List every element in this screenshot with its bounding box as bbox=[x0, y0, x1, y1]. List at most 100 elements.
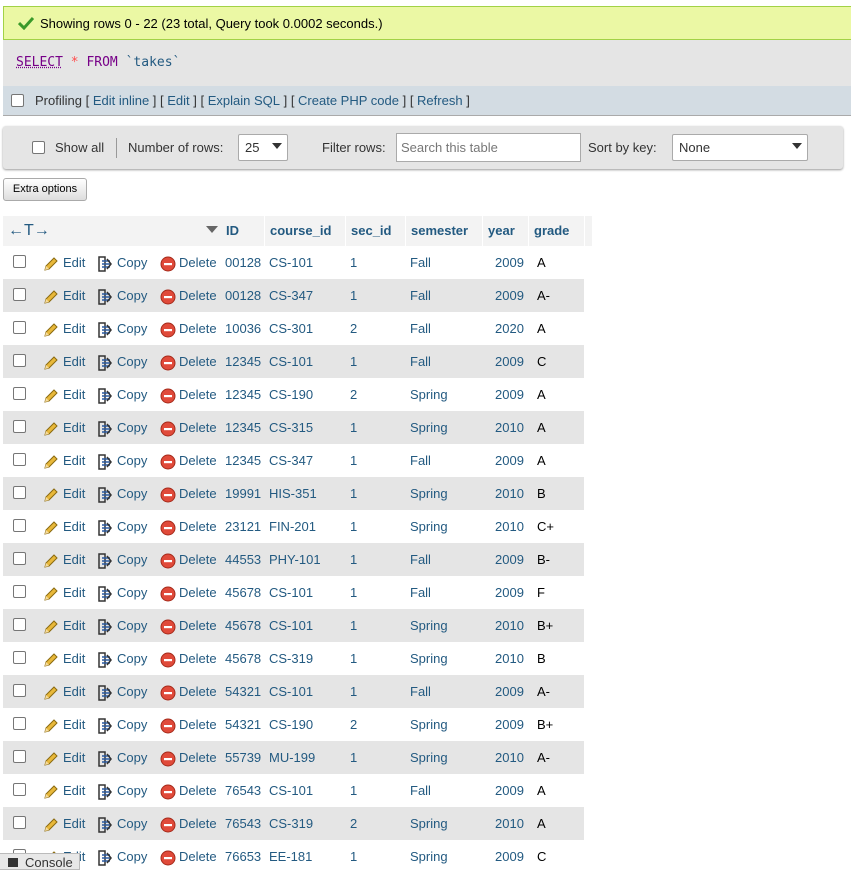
edit-row-link[interactable]: Edit bbox=[63, 552, 85, 567]
copy-row-link[interactable]: Copy bbox=[117, 618, 147, 633]
copy-row-link[interactable]: Copy bbox=[117, 519, 147, 534]
edit-row-link[interactable]: Edit bbox=[63, 486, 85, 501]
edit-row-link[interactable]: Edit bbox=[63, 387, 85, 402]
edit-row-link[interactable]: Edit bbox=[63, 684, 85, 699]
column-header-sec-id[interactable]: sec_id bbox=[346, 216, 406, 246]
delete-row-link[interactable]: Delete bbox=[179, 354, 217, 369]
copy-row-link[interactable]: Copy bbox=[117, 717, 147, 732]
create-php-code-link[interactable]: Create PHP code bbox=[298, 93, 399, 108]
edit-row-link[interactable]: Edit bbox=[63, 816, 85, 831]
column-header-course-id[interactable]: course_id bbox=[265, 216, 346, 246]
edit-row-link[interactable]: Edit bbox=[63, 618, 85, 633]
row-checkbox[interactable] bbox=[13, 783, 26, 796]
filter-rows-input[interactable]: Search this table bbox=[396, 133, 581, 162]
delete-row-link[interactable]: Delete bbox=[179, 321, 217, 336]
column-header-id[interactable]: ID bbox=[221, 216, 265, 246]
copy-row-link[interactable]: Copy bbox=[117, 783, 147, 798]
delete-row-link[interactable]: Delete bbox=[179, 519, 217, 534]
row-checkbox[interactable] bbox=[13, 750, 26, 763]
delete-icon bbox=[160, 751, 176, 767]
copy-row-link[interactable]: Copy bbox=[117, 420, 147, 435]
edit-inline-link[interactable]: Edit inline bbox=[93, 93, 149, 108]
edit-row-link[interactable]: Edit bbox=[63, 255, 85, 270]
sort-by-key-select[interactable]: None bbox=[672, 134, 808, 161]
edit-row-link[interactable]: Edit bbox=[63, 321, 85, 336]
column-header-year[interactable]: year bbox=[483, 216, 529, 246]
delete-row-link[interactable]: Delete bbox=[179, 255, 217, 270]
copy-row-link[interactable]: Copy bbox=[117, 552, 147, 567]
copy-row-link[interactable]: Copy bbox=[117, 684, 147, 699]
edit-row-link[interactable]: Edit bbox=[63, 585, 85, 600]
edit-row-link[interactable]: Edit bbox=[63, 783, 85, 798]
row-checkbox[interactable] bbox=[13, 618, 26, 631]
edit-row-link[interactable]: Edit bbox=[63, 420, 85, 435]
copy-row-link[interactable]: Copy bbox=[117, 816, 147, 831]
sql-query[interactable]: SELECT * FROM `takes` bbox=[16, 55, 180, 70]
row-checkbox[interactable] bbox=[13, 585, 26, 598]
explain-sql-link[interactable]: Explain SQL bbox=[208, 93, 280, 108]
row-checkbox[interactable] bbox=[13, 420, 26, 433]
cell-sec-id: 1 bbox=[350, 453, 358, 468]
row-checkbox[interactable] bbox=[13, 486, 26, 499]
copy-row-link[interactable]: Copy bbox=[117, 288, 147, 303]
row-checkbox[interactable] bbox=[13, 387, 26, 400]
delete-row-link[interactable]: Delete bbox=[179, 717, 217, 732]
delete-row-link[interactable]: Delete bbox=[179, 585, 217, 600]
delete-row-link[interactable]: Delete bbox=[179, 486, 217, 501]
edit-row-link[interactable]: Edit bbox=[63, 750, 85, 765]
sort-arrow-icon[interactable] bbox=[206, 226, 218, 233]
copy-row-link[interactable]: Copy bbox=[117, 354, 147, 369]
row-checkbox[interactable] bbox=[13, 717, 26, 730]
row-checkbox[interactable] bbox=[13, 453, 26, 466]
delete-row-link[interactable]: Delete bbox=[179, 453, 217, 468]
delete-row-link[interactable]: Delete bbox=[179, 783, 217, 798]
copy-row-link[interactable]: Copy bbox=[117, 750, 147, 765]
row-checkbox[interactable] bbox=[13, 321, 26, 334]
console-toggle[interactable]: Console bbox=[0, 853, 80, 870]
delete-row-link[interactable]: Delete bbox=[179, 684, 217, 699]
delete-row-link[interactable]: Delete bbox=[179, 618, 217, 633]
delete-row-link[interactable]: Delete bbox=[179, 420, 217, 435]
copy-row-link[interactable]: Copy bbox=[117, 585, 147, 600]
delete-row-link[interactable]: Delete bbox=[179, 849, 217, 864]
copy-row-link[interactable]: Copy bbox=[117, 453, 147, 468]
show-all-checkbox[interactable] bbox=[32, 141, 45, 154]
copy-row-link[interactable]: Copy bbox=[117, 486, 147, 501]
delete-row-link[interactable]: Delete bbox=[179, 288, 217, 303]
delete-row-link[interactable]: Delete bbox=[179, 816, 217, 831]
cell-year: 2009 bbox=[495, 717, 524, 732]
copy-row-link[interactable]: Copy bbox=[117, 651, 147, 666]
column-header-grade[interactable]: grade bbox=[529, 216, 585, 246]
row-checkbox[interactable] bbox=[13, 354, 26, 367]
number-of-rows-select[interactable]: 25 bbox=[238, 134, 288, 161]
edit-row-link[interactable]: Edit bbox=[63, 453, 85, 468]
copy-row-link[interactable]: Copy bbox=[117, 849, 147, 864]
row-checkbox[interactable] bbox=[13, 519, 26, 532]
row-checkbox[interactable] bbox=[13, 552, 26, 565]
copy-row-link[interactable]: Copy bbox=[117, 321, 147, 336]
edit-query-link[interactable]: Edit bbox=[167, 93, 189, 108]
profiling-checkbox[interactable] bbox=[11, 94, 24, 107]
edit-row-link[interactable]: Edit bbox=[63, 288, 85, 303]
copy-row-link[interactable]: Copy bbox=[117, 255, 147, 270]
column-header-semester[interactable]: semester bbox=[406, 216, 483, 246]
row-checkbox[interactable] bbox=[13, 816, 26, 829]
edit-row-link[interactable]: Edit bbox=[63, 519, 85, 534]
row-checkbox[interactable] bbox=[13, 651, 26, 664]
column-arrows-icon[interactable]: ←T→ bbox=[8, 223, 50, 239]
edit-row-link[interactable]: Edit bbox=[63, 717, 85, 732]
delete-row-link[interactable]: Delete bbox=[179, 552, 217, 567]
delete-row-link[interactable]: Delete bbox=[179, 651, 217, 666]
refresh-link[interactable]: Refresh bbox=[417, 93, 463, 108]
extra-options-button[interactable]: Extra options bbox=[3, 178, 87, 201]
delete-row-link[interactable]: Delete bbox=[179, 750, 217, 765]
edit-row-link[interactable]: Edit bbox=[63, 354, 85, 369]
edit-row-link[interactable]: Edit bbox=[63, 651, 85, 666]
row-checkbox[interactable] bbox=[13, 684, 26, 697]
delete-row-link[interactable]: Delete bbox=[179, 387, 217, 402]
row-checkbox[interactable] bbox=[13, 288, 26, 301]
copy-row-link[interactable]: Copy bbox=[117, 387, 147, 402]
table-row: Edit Copy Delete 00128 CS-347 1 Fall 2009 A- bbox=[3, 279, 584, 312]
row-checkbox[interactable] bbox=[13, 255, 26, 268]
cell-grade: A bbox=[537, 420, 546, 435]
